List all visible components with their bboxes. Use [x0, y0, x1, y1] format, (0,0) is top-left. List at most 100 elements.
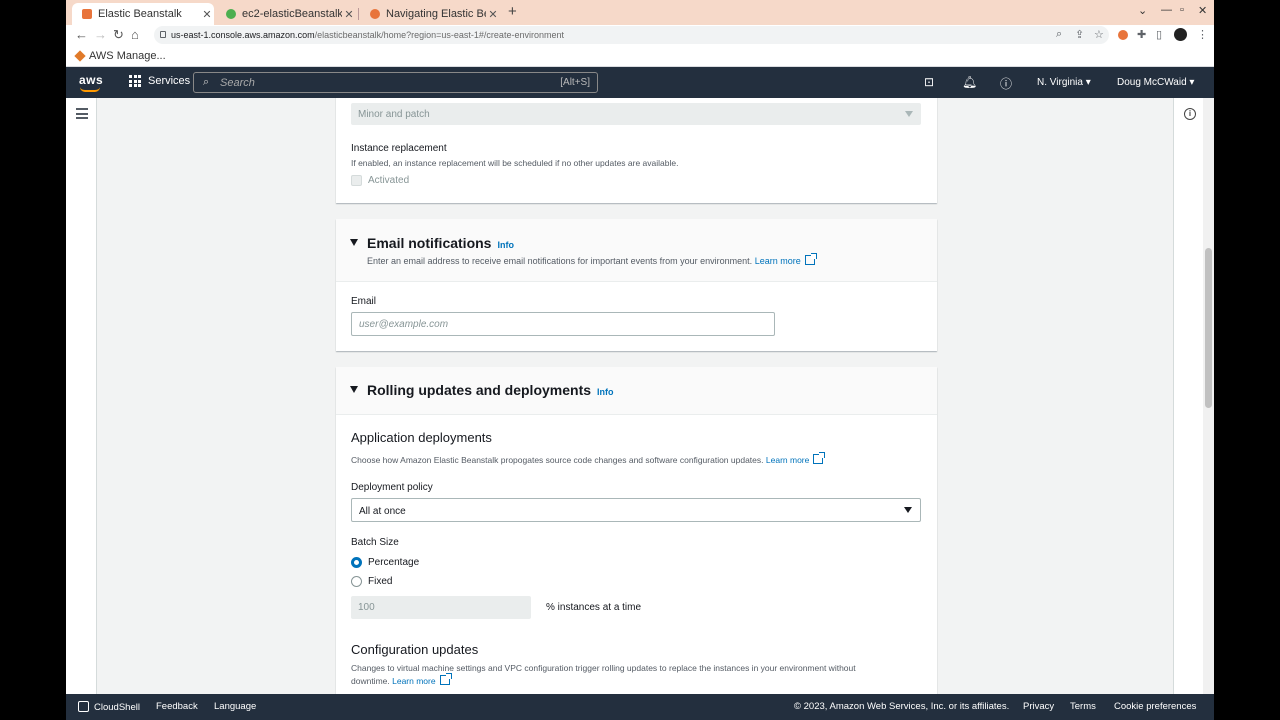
language-link[interactable]: Language: [214, 701, 256, 712]
configuration-updates-desc-2: downtime. Learn more: [351, 673, 452, 686]
batch-fixed-radio[interactable]: [351, 576, 362, 587]
browser-toolbar: ← → ↻ ⌂ us-east-1.console.aws.amazon.com…: [66, 25, 1214, 45]
menu-dots-icon[interactable]: ⋮: [1197, 28, 1208, 41]
services-menu-button[interactable]: Services: [129, 75, 190, 87]
share-icon[interactable]: ⇪: [1075, 28, 1084, 41]
profile-avatar-icon[interactable]: [1174, 28, 1187, 41]
config-learn-more-link[interactable]: Learn more: [392, 676, 435, 686]
tab-navigating[interactable]: Navigating Elastic Beans ✕: [360, 3, 500, 25]
managed-updates-panel: Minor and patch Instance replacement If …: [336, 98, 937, 203]
feedback-link[interactable]: Feedback: [156, 701, 198, 712]
ec2-favicon-icon: [226, 9, 236, 19]
terms-link[interactable]: Terms: [1070, 701, 1096, 712]
side-panel-icon[interactable]: ▯: [1156, 28, 1162, 41]
activated-label: Activated: [368, 175, 410, 186]
reload-icon[interactable]: ↻: [113, 27, 124, 43]
chevron-down-icon: [905, 111, 913, 117]
instance-replacement-desc: If enabled, an instance replacement will…: [351, 158, 679, 168]
rolling-updates-panel: Rolling updates and deployments Info Appl…: [336, 367, 937, 694]
minimize-icon[interactable]: —: [1161, 4, 1172, 16]
right-tools-rail: i: [1173, 98, 1203, 694]
deployment-policy-label: Deployment policy: [351, 482, 433, 493]
email-field[interactable]: [351, 312, 775, 336]
browser-window: Elastic Beanstalk ✕ ec2-elasticBeanstalk…: [66, 0, 1214, 720]
extensions-puzzle-icon[interactable]: ✚: [1137, 28, 1146, 41]
new-tab-icon[interactable]: +: [508, 3, 517, 20]
rolling-info-link[interactable]: Info: [597, 387, 614, 397]
cookie-preferences-link[interactable]: Cookie preferences: [1114, 701, 1196, 712]
email-panel-desc: Enter an email address to receive email …: [367, 253, 817, 266]
forward-icon[interactable]: →: [94, 27, 107, 42]
configuration-updates-desc: Changes to virtual machine settings and …: [351, 663, 856, 673]
tab-strip: Elastic Beanstalk ✕ ec2-elasticBeanstalk…: [66, 0, 1214, 25]
tab-elastic-beanstalk[interactable]: Elastic Beanstalk ✕: [72, 3, 214, 25]
batch-size-suffix: % instances at a time: [546, 602, 642, 613]
help-icon[interactable]: ⓘ: [1000, 75, 1012, 92]
aws-search-box[interactable]: ⌕ [Alt+S]: [193, 72, 598, 93]
batch-percentage-label[interactable]: Percentage: [368, 557, 419, 568]
extension-icon[interactable]: [1118, 30, 1128, 40]
bookmarks-bar: AWS Manage...: [66, 45, 1214, 67]
scrollbar-thumb[interactable]: [1205, 248, 1212, 408]
elastic-beanstalk-favicon-icon: [82, 9, 92, 19]
bookmark-aws-manage[interactable]: AWS Manage...: [74, 50, 166, 62]
activated-checkbox: [351, 175, 362, 186]
batch-percentage-radio[interactable]: [351, 557, 362, 568]
search-icon: ⌕: [203, 76, 210, 88]
tab-ec2[interactable]: ec2-elasticBeanstalk-We ✕: [216, 3, 356, 25]
bookmark-star-icon[interactable]: ☆: [1094, 28, 1104, 41]
email-info-link[interactable]: Info: [497, 240, 514, 250]
maximize-icon[interactable]: ▫: [1180, 4, 1184, 16]
info-panel-icon[interactable]: i: [1184, 108, 1196, 120]
external-link-icon: [804, 253, 817, 265]
lock-icon: [160, 31, 166, 38]
address-bar[interactable]: us-east-1.console.aws.amazon.com/elastic…: [154, 26, 1109, 44]
close-tab-icon[interactable]: ✕: [200, 8, 214, 21]
copyright-text: © 2023, Amazon Web Services, Inc. or its…: [794, 701, 1010, 712]
email-field-label: Email: [351, 296, 377, 307]
caret-down-icon[interactable]: [350, 239, 358, 246]
external-link-icon: [813, 452, 826, 464]
home-icon[interactable]: ⌂: [131, 27, 139, 42]
caret-down-icon[interactable]: [350, 386, 358, 393]
region-selector[interactable]: N. Virginia ▾: [1037, 77, 1091, 88]
aws-cube-icon: [74, 50, 86, 62]
left-nav-rail: [66, 98, 97, 694]
notifications-bell-icon[interactable]: 🔔︎: [962, 75, 977, 89]
configuration-updates-heading: Configuration updates: [351, 642, 479, 657]
account-menu[interactable]: Doug McCWaid ▾: [1117, 77, 1194, 88]
rolling-panel-title: Rolling updates and deployments Info: [367, 382, 614, 398]
email-panel-header[interactable]: Email notifications Info Enter an email a…: [336, 219, 937, 282]
cloudshell-button[interactable]: CloudShell: [78, 701, 140, 713]
tab-search-icon[interactable]: ⌄: [1138, 4, 1147, 17]
email-learn-more-link[interactable]: Learn more: [755, 256, 801, 266]
cloudshell-icon: [78, 701, 89, 712]
aws-top-nav: aws Services ⌕ [Alt+S] ⊡ 🔔︎ ⓘ N. Virgini…: [66, 67, 1214, 98]
deployments-learn-more-link[interactable]: Learn more: [766, 455, 809, 465]
batch-fixed-label[interactable]: Fixed: [368, 576, 392, 587]
page-scrollbar[interactable]: [1203, 98, 1214, 694]
batch-size-input: 100: [351, 596, 531, 619]
close-window-icon[interactable]: ✕: [1198, 4, 1207, 17]
aws-smile-icon: [80, 87, 100, 92]
close-tab-icon[interactable]: ✕: [486, 8, 500, 21]
navigating-favicon-icon: [370, 9, 380, 19]
search-input[interactable]: [220, 76, 520, 90]
email-notifications-panel: Email notifications Info Enter an email a…: [336, 219, 937, 351]
application-deployments-desc: Choose how Amazon Elastic Beanstalk prop…: [351, 452, 826, 465]
back-icon[interactable]: ←: [75, 27, 88, 42]
cloudshell-icon[interactable]: ⊡: [924, 75, 934, 89]
close-tab-icon[interactable]: ✕: [342, 8, 356, 21]
tab-separator: [358, 8, 359, 20]
instance-replacement-label: Instance replacement: [351, 143, 447, 154]
hamburger-menu-icon[interactable]: [76, 108, 88, 122]
aws-logo[interactable]: aws: [79, 73, 103, 92]
zoom-icon[interactable]: ⌕: [1056, 28, 1062, 41]
aws-footer: CloudShell Feedback Language © 2023, Ama…: [66, 694, 1214, 720]
batch-size-label: Batch Size: [351, 537, 399, 548]
deployment-policy-select[interactable]: All at once: [351, 498, 921, 522]
privacy-link[interactable]: Privacy: [1023, 701, 1054, 712]
page-content: Minor and patch Instance replacement If …: [66, 98, 1214, 694]
grid-icon: [129, 75, 141, 87]
rolling-panel-header[interactable]: Rolling updates and deployments Info: [336, 367, 937, 415]
